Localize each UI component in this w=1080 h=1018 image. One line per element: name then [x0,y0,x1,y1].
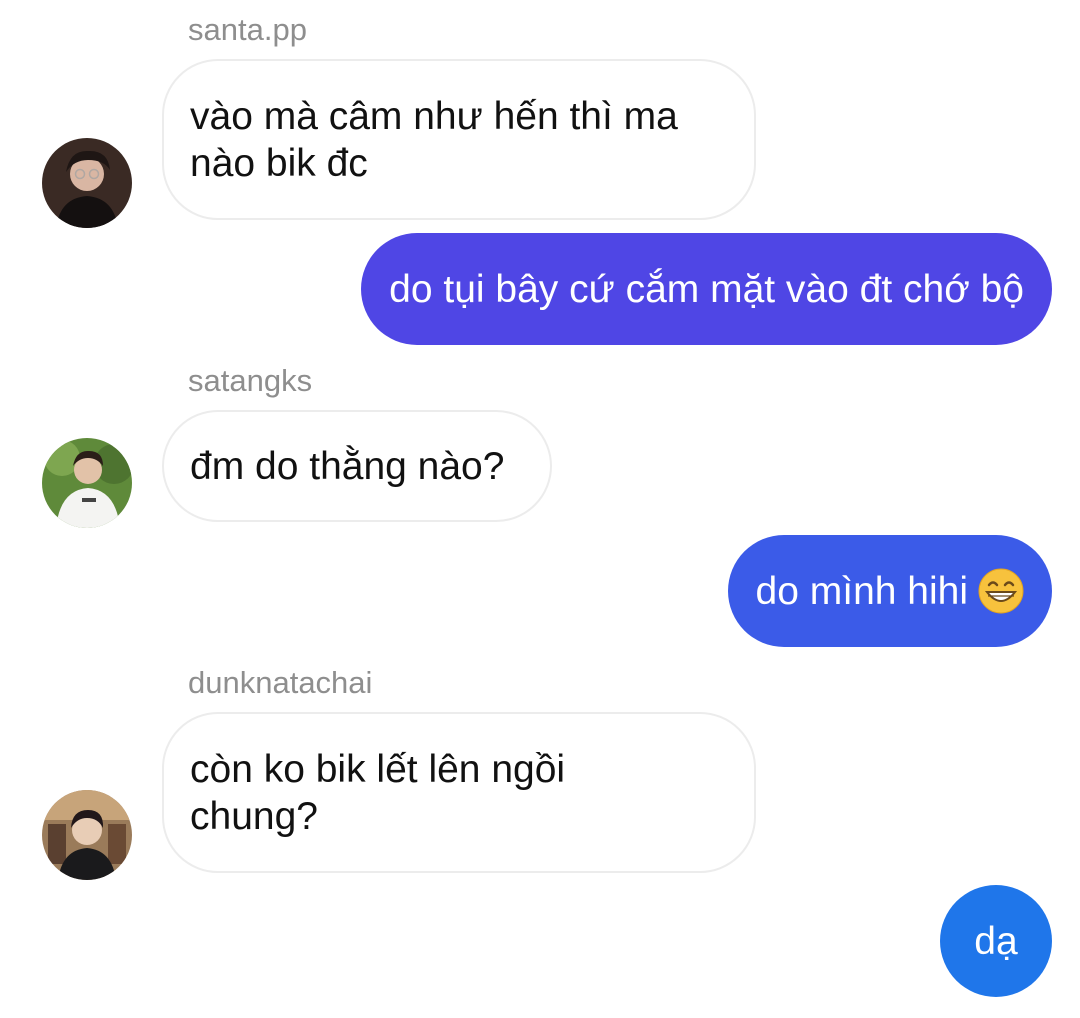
message-bubble-incoming[interactable]: vào mà câm như hến thì ma nào bik đc [162,59,756,220]
avatar[interactable] [42,138,132,228]
message-text: vào mà câm như hến thì ma nào bik đc [190,94,678,185]
message-bubble-outgoing[interactable]: do mình hihi [727,535,1052,647]
sender-name: dunknatachai [188,665,373,700]
avatar[interactable] [42,438,132,528]
user-avatar-icon [42,138,132,228]
message-text: do mình hihi [755,569,968,613]
message-text: đm do thằng nào? [190,444,505,488]
message-text: do tụi bây cứ cắm mặt vào đt chớ bộ [389,267,1024,311]
message-bubble-outgoing[interactable]: dạ [940,885,1052,997]
user-avatar-icon [42,790,132,880]
user-avatar-icon [42,438,132,528]
message-text: dạ [974,919,1018,963]
avatar[interactable] [42,790,132,880]
sender-name: santa.pp [188,12,307,47]
chat-thread[interactable]: santa.pp vào mà câm như hến thì ma nào b… [0,0,1080,1018]
message-bubble-incoming[interactable]: đm do thằng nào? [162,410,552,522]
message-bubble-incoming[interactable]: còn ko bik lết lên ngồi chung? [162,712,756,873]
grinning-face-emoji-icon [978,568,1024,614]
message-bubble-outgoing[interactable]: do tụi bây cứ cắm mặt vào đt chớ bộ [361,233,1052,345]
sender-name: satangks [188,363,313,398]
message-text: còn ko bik lết lên ngồi chung? [190,747,566,838]
